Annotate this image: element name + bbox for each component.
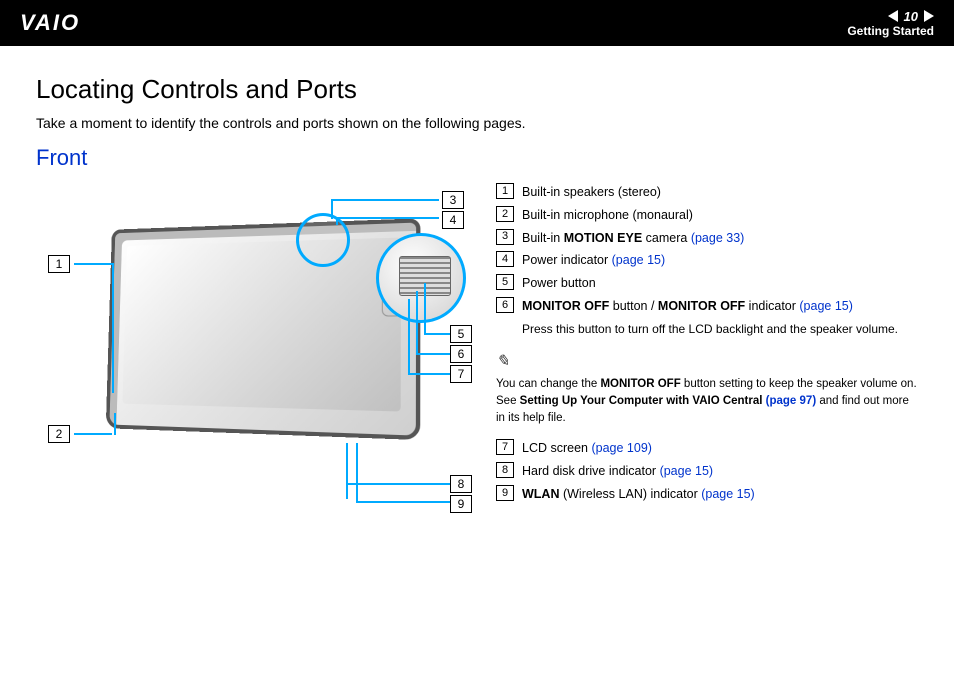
legend-text: LCD screen (page 109): [522, 439, 918, 458]
legend-text: Power indicator (page 15): [522, 251, 918, 270]
legend-num: 5: [496, 274, 514, 290]
legend-text: Built-in microphone (monaural): [522, 206, 918, 225]
legend-item-5: 5 Power button: [496, 274, 918, 293]
leader-line: [74, 263, 112, 265]
leader-line: [346, 443, 348, 499]
leader-line: [424, 283, 426, 335]
legend-num: 9: [496, 485, 514, 501]
legend: 1 Built-in speakers (stereo) 2 Built-in …: [496, 183, 918, 543]
legend-num: 4: [496, 251, 514, 267]
leader-line: [408, 299, 410, 375]
callout-box-8: 8: [450, 475, 472, 493]
callout-box-6: 6: [450, 345, 472, 363]
callout-box-1: 1: [48, 255, 70, 273]
legend-text: Hard disk drive indicator (page 15): [522, 462, 918, 481]
header-bar: VAIO 10 Getting Started: [0, 0, 954, 46]
callout-box-7: 7: [450, 365, 472, 383]
leader-line: [408, 373, 450, 375]
leader-line: [74, 433, 112, 435]
page-link[interactable]: (page 15): [660, 464, 714, 478]
intro-text: Take a moment to identify the controls a…: [36, 115, 918, 131]
leader-line: [416, 353, 450, 355]
page-link[interactable]: (page 15): [799, 299, 853, 313]
legend-item-3: 3 Built-in MOTION EYE camera (page 33): [496, 229, 918, 248]
side-panel-zoom-circle: [376, 233, 466, 323]
legend-text: Built-in speakers (stereo): [522, 183, 918, 202]
pager: 10: [847, 9, 934, 24]
vaio-logo: VAIO: [20, 10, 80, 36]
legend-item-8: 8 Hard disk drive indicator (page 15): [496, 462, 918, 481]
legend-item-1: 1 Built-in speakers (stereo): [496, 183, 918, 202]
callout-box-3: 3: [442, 191, 464, 209]
legend-num: 7: [496, 439, 514, 455]
legend-num: 2: [496, 206, 514, 222]
camera-zoom-circle: [296, 213, 350, 267]
tip-text: You can change the MONITOR OFF button se…: [496, 376, 918, 428]
leader-line: [416, 291, 418, 355]
page-link[interactable]: (page 15): [701, 487, 755, 501]
legend-item-2: 2 Built-in microphone (monaural): [496, 206, 918, 225]
leader-line: [112, 263, 114, 393]
legend-num: 6: [496, 297, 514, 313]
subsection-title: Front: [36, 145, 918, 171]
monitor-screen: [122, 238, 401, 412]
section-label: Getting Started: [847, 24, 934, 38]
legend-item-6: 6 MONITOR OFF button / MONITOR OFF indic…: [496, 297, 918, 316]
legend-item-9: 9 WLAN (Wireless LAN) indicator (page 15…: [496, 485, 918, 504]
callout-box-2: 2: [48, 425, 70, 443]
page-title: Locating Controls and Ports: [36, 74, 918, 105]
prev-page-arrow-icon[interactable]: [888, 10, 898, 22]
leader-line: [114, 413, 116, 435]
leader-line: [336, 217, 338, 225]
leader-line: [356, 501, 450, 503]
pencil-icon: ✎: [496, 350, 918, 374]
diagram: 1 2 3 4 5 6 7 8 9: [36, 183, 466, 543]
header-right: 10 Getting Started: [847, 9, 934, 38]
page-link[interactable]: (page 109): [591, 441, 651, 455]
page-link[interactable]: (page 97): [766, 395, 817, 407]
leader-line: [346, 483, 450, 485]
legend-text: Power button: [522, 274, 918, 293]
leader-line: [424, 333, 450, 335]
page-link[interactable]: (page 33): [691, 231, 745, 245]
callout-box-9: 9: [450, 495, 472, 513]
legend-num: 8: [496, 462, 514, 478]
leader-line: [331, 199, 439, 201]
legend-subnote: Press this button to turn off the LCD ba…: [522, 320, 918, 338]
leader-line: [356, 443, 358, 503]
leader-line: [336, 217, 439, 219]
legend-item-4: 4 Power indicator (page 15): [496, 251, 918, 270]
leader-line: [331, 199, 333, 219]
legend-text: WLAN (Wireless LAN) indicator (page 15): [522, 485, 918, 504]
tip-block: ✎ You can change the MONITOR OFF button …: [496, 350, 918, 428]
callout-box-5: 5: [450, 325, 472, 343]
callout-box-4: 4: [442, 211, 464, 229]
legend-text: MONITOR OFF button / MONITOR OFF indicat…: [522, 297, 918, 316]
legend-text: Built-in MOTION EYE camera (page 33): [522, 229, 918, 248]
page-number: 10: [904, 9, 918, 24]
monitor-illustration: [106, 218, 421, 440]
legend-num: 3: [496, 229, 514, 245]
next-page-arrow-icon[interactable]: [924, 10, 934, 22]
legend-num: 1: [496, 183, 514, 199]
legend-item-7: 7 LCD screen (page 109): [496, 439, 918, 458]
page-link[interactable]: (page 15): [612, 253, 666, 267]
page-body: Locating Controls and Ports Take a momen…: [0, 46, 954, 563]
